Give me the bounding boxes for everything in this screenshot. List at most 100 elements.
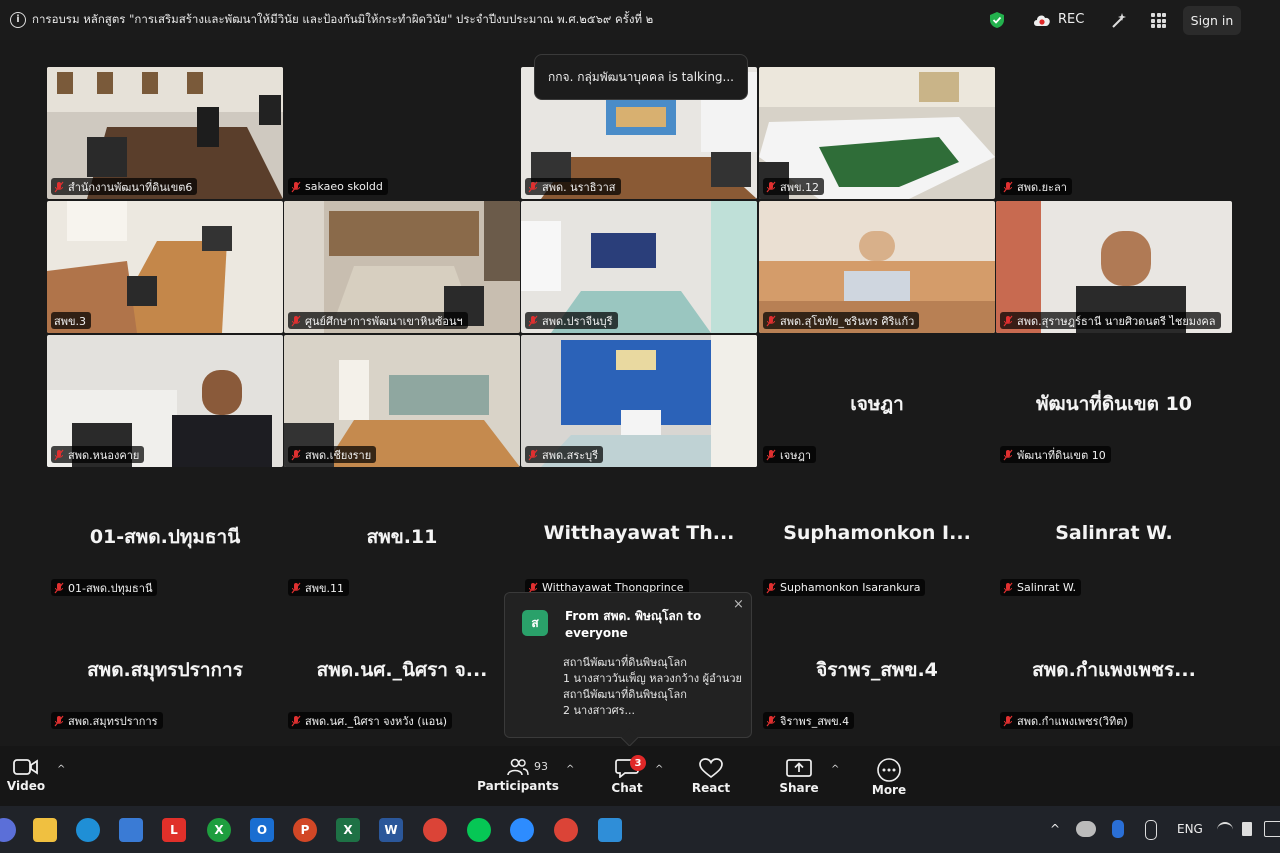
- participants-options-chevron-icon[interactable]: ^: [566, 764, 574, 775]
- participant-tile[interactable]: สพด.ปราจีนบุรี: [521, 201, 757, 333]
- chat-unread-badge: 3: [630, 755, 646, 771]
- participant-tile[interactable]: 01-สพด.ปทุมธานี 01-สพด.ปทุมธานี: [47, 468, 283, 600]
- zoom-app-icon[interactable]: [510, 818, 534, 842]
- participant-display-name: 01-สพด.ปทุมธานี: [89, 526, 241, 548]
- tray-chevron-icon[interactable]: ^: [1050, 822, 1060, 836]
- participant-tile[interactable]: ศูนย์ศึกษาการพัฒนาเขาหินซ้อนฯ: [284, 201, 520, 333]
- onedrive-cloud-icon[interactable]: [1076, 821, 1096, 837]
- participant-display-name: สพข.11: [366, 526, 438, 548]
- copilot-icon[interactable]: [0, 818, 16, 842]
- participant-name-tag: สพด.สมุทรปราการ: [51, 712, 163, 729]
- excel-icon[interactable]: X: [336, 818, 360, 842]
- participant-tile[interactable]: Suphamonkon I... Suphamonkon Isarankura: [759, 468, 995, 600]
- muted-mic-icon: [54, 715, 64, 726]
- muted-mic-icon: [528, 449, 538, 460]
- participant-tile[interactable]: จิราพร_สพข.4 จิราพร_สพข.4: [759, 601, 995, 733]
- chrome-profile-icon[interactable]: [554, 818, 578, 842]
- participant-display-name: Witthayawat Th...: [543, 522, 735, 544]
- muted-mic-icon: [291, 315, 301, 326]
- apps-grid-icon[interactable]: [1151, 13, 1166, 28]
- outlook-icon[interactable]: O: [250, 818, 274, 842]
- bluetooth-icon[interactable]: [1112, 820, 1124, 838]
- powerpoint-icon[interactable]: P: [293, 818, 317, 842]
- share-options-chevron-icon[interactable]: ^: [831, 764, 839, 775]
- participant-display-name: Suphamonkon I...: [783, 522, 971, 544]
- xbox-icon[interactable]: X: [207, 818, 231, 842]
- muted-mic-icon: [291, 181, 301, 192]
- participant-tile[interactable]: เจษฎา เจษฎา: [759, 335, 995, 467]
- participant-tile[interactable]: สพด.เชียงราย: [284, 335, 520, 467]
- participant-tile[interactable]: สพด.สระบุรี: [521, 335, 757, 467]
- muted-mic-icon: [766, 181, 776, 192]
- participant-tile[interactable]: สำนักงานพัฒนาที่ดินเขต6: [47, 67, 283, 199]
- recording-indicator[interactable]: REC: [1032, 12, 1084, 27]
- muted-mic-icon: [54, 181, 64, 192]
- meeting-title: การอบรม หลักสูตร "การเสริมสร้างและพัฒนาใ…: [32, 12, 654, 26]
- share-button[interactable]: Share: [779, 746, 819, 795]
- participant-name-tag: จิราพร_สพข.4: [763, 712, 855, 729]
- language-indicator[interactable]: ENG: [1177, 822, 1203, 836]
- muted-mic-icon: [766, 449, 776, 460]
- participant-display-name: Salinrat W.: [1055, 522, 1173, 544]
- photos-icon[interactable]: [598, 818, 622, 842]
- participant-display-name: เจษฎา: [850, 393, 904, 415]
- muted-mic-icon: [528, 181, 538, 192]
- participant-display-name: สพด.สมุทรปราการ: [87, 659, 243, 681]
- participants-count: 93: [534, 760, 548, 773]
- chrome-icon[interactable]: [423, 818, 447, 842]
- edge-browser-icon[interactable]: [76, 818, 100, 842]
- participant-tile[interactable]: พัฒนาที่ดินเขต 10 พัฒนาที่ดินเขต 10: [996, 335, 1232, 467]
- file-explorer-icon[interactable]: [33, 818, 57, 842]
- more-button[interactable]: More: [872, 746, 906, 797]
- participant-display-name: จิราพร_สพข.4: [816, 659, 938, 681]
- chat-notification-popup[interactable]: ส From สพด. พิษณุโลก to everyone × สถานี…: [504, 592, 752, 747]
- participant-tile[interactable]: สพข.3: [47, 201, 283, 333]
- video-options-chevron-icon[interactable]: ^: [57, 764, 65, 775]
- volume-icon[interactable]: [1242, 822, 1252, 836]
- encryption-shield-icon[interactable]: [989, 11, 1005, 29]
- participant-tile[interactable]: สพด.นศ._นิศรา จ... สพด.นศ._นิศรา จงหวัง …: [284, 601, 520, 733]
- cloud-record-icon: [1034, 15, 1050, 26]
- react-button[interactable]: React: [692, 746, 730, 795]
- muted-mic-icon: [291, 449, 301, 460]
- popup-pointer: [620, 728, 639, 747]
- microphone-icon[interactable]: [1145, 820, 1157, 840]
- wifi-icon[interactable]: [1217, 822, 1233, 838]
- word-icon[interactable]: W: [379, 818, 403, 842]
- participant-tile[interactable]: สพข.12: [759, 67, 995, 199]
- muted-mic-icon: [291, 715, 301, 726]
- muted-mic-icon: [528, 315, 538, 326]
- participant-tile[interactable]: สพด.สุราษฎร์ธานี นายศิวดนตรี ไชยมงคล: [996, 201, 1232, 333]
- meeting-info-icon[interactable]: i: [10, 12, 26, 28]
- participant-tile[interactable]: สพข.11 สพข.11: [284, 468, 520, 600]
- participant-name-tag: สพข.11: [288, 579, 349, 596]
- close-icon[interactable]: ×: [733, 597, 744, 612]
- participant-name-tag: สพข.3: [51, 312, 91, 329]
- heart-icon: [699, 758, 723, 778]
- notification-icon[interactable]: [1264, 821, 1280, 837]
- participant-name-tag: สพข.12: [763, 178, 824, 195]
- app-l-icon[interactable]: L: [162, 818, 186, 842]
- participants-icon: [507, 758, 529, 776]
- sign-in-button[interactable]: Sign in: [1183, 6, 1241, 35]
- participant-tile[interactable]: สพด.หนองคาย: [47, 335, 283, 467]
- muted-mic-icon: [291, 582, 301, 593]
- participant-name-tag: สพด. นราธิวาส: [525, 178, 621, 195]
- participant-tile[interactable]: สพด.สมุทรปราการ สพด.สมุทรปราการ: [47, 601, 283, 733]
- participant-tile[interactable]: สพด.กำแพงเพชร... สพด.กำแพงเพชร(วิทิต): [996, 601, 1232, 733]
- line-app-icon[interactable]: [467, 818, 491, 842]
- participant-tile[interactable]: สพด.สุโขทัย_ชรินทร ศิริแก้ว: [759, 201, 995, 333]
- magic-wand-icon[interactable]: [1110, 12, 1128, 30]
- participant-name-tag: สพด.ยะลา: [1000, 178, 1072, 195]
- participant-tile[interactable]: สพด.ยะลา: [996, 67, 1232, 199]
- participant-name-tag: สพด.สุราษฎร์ธานี นายศิวดนตรี ไชยมงคล: [1000, 312, 1221, 329]
- chat-options-chevron-icon[interactable]: ^: [655, 764, 663, 775]
- participant-tile[interactable]: Salinrat W. Salinrat W.: [996, 468, 1232, 600]
- participant-name-tag: สพด.สระบุรี: [525, 446, 604, 463]
- participant-tile[interactable]: Witthayawat Th... Witthayawat Thongprinc…: [521, 468, 757, 600]
- video-button[interactable]: Video: [7, 746, 45, 793]
- microsoft-store-icon[interactable]: [119, 818, 143, 842]
- participant-name-tag: สพด.หนองคาย: [51, 446, 145, 463]
- participant-tile[interactable]: sakaeo skoldd: [284, 67, 520, 199]
- muted-mic-icon: [766, 315, 776, 326]
